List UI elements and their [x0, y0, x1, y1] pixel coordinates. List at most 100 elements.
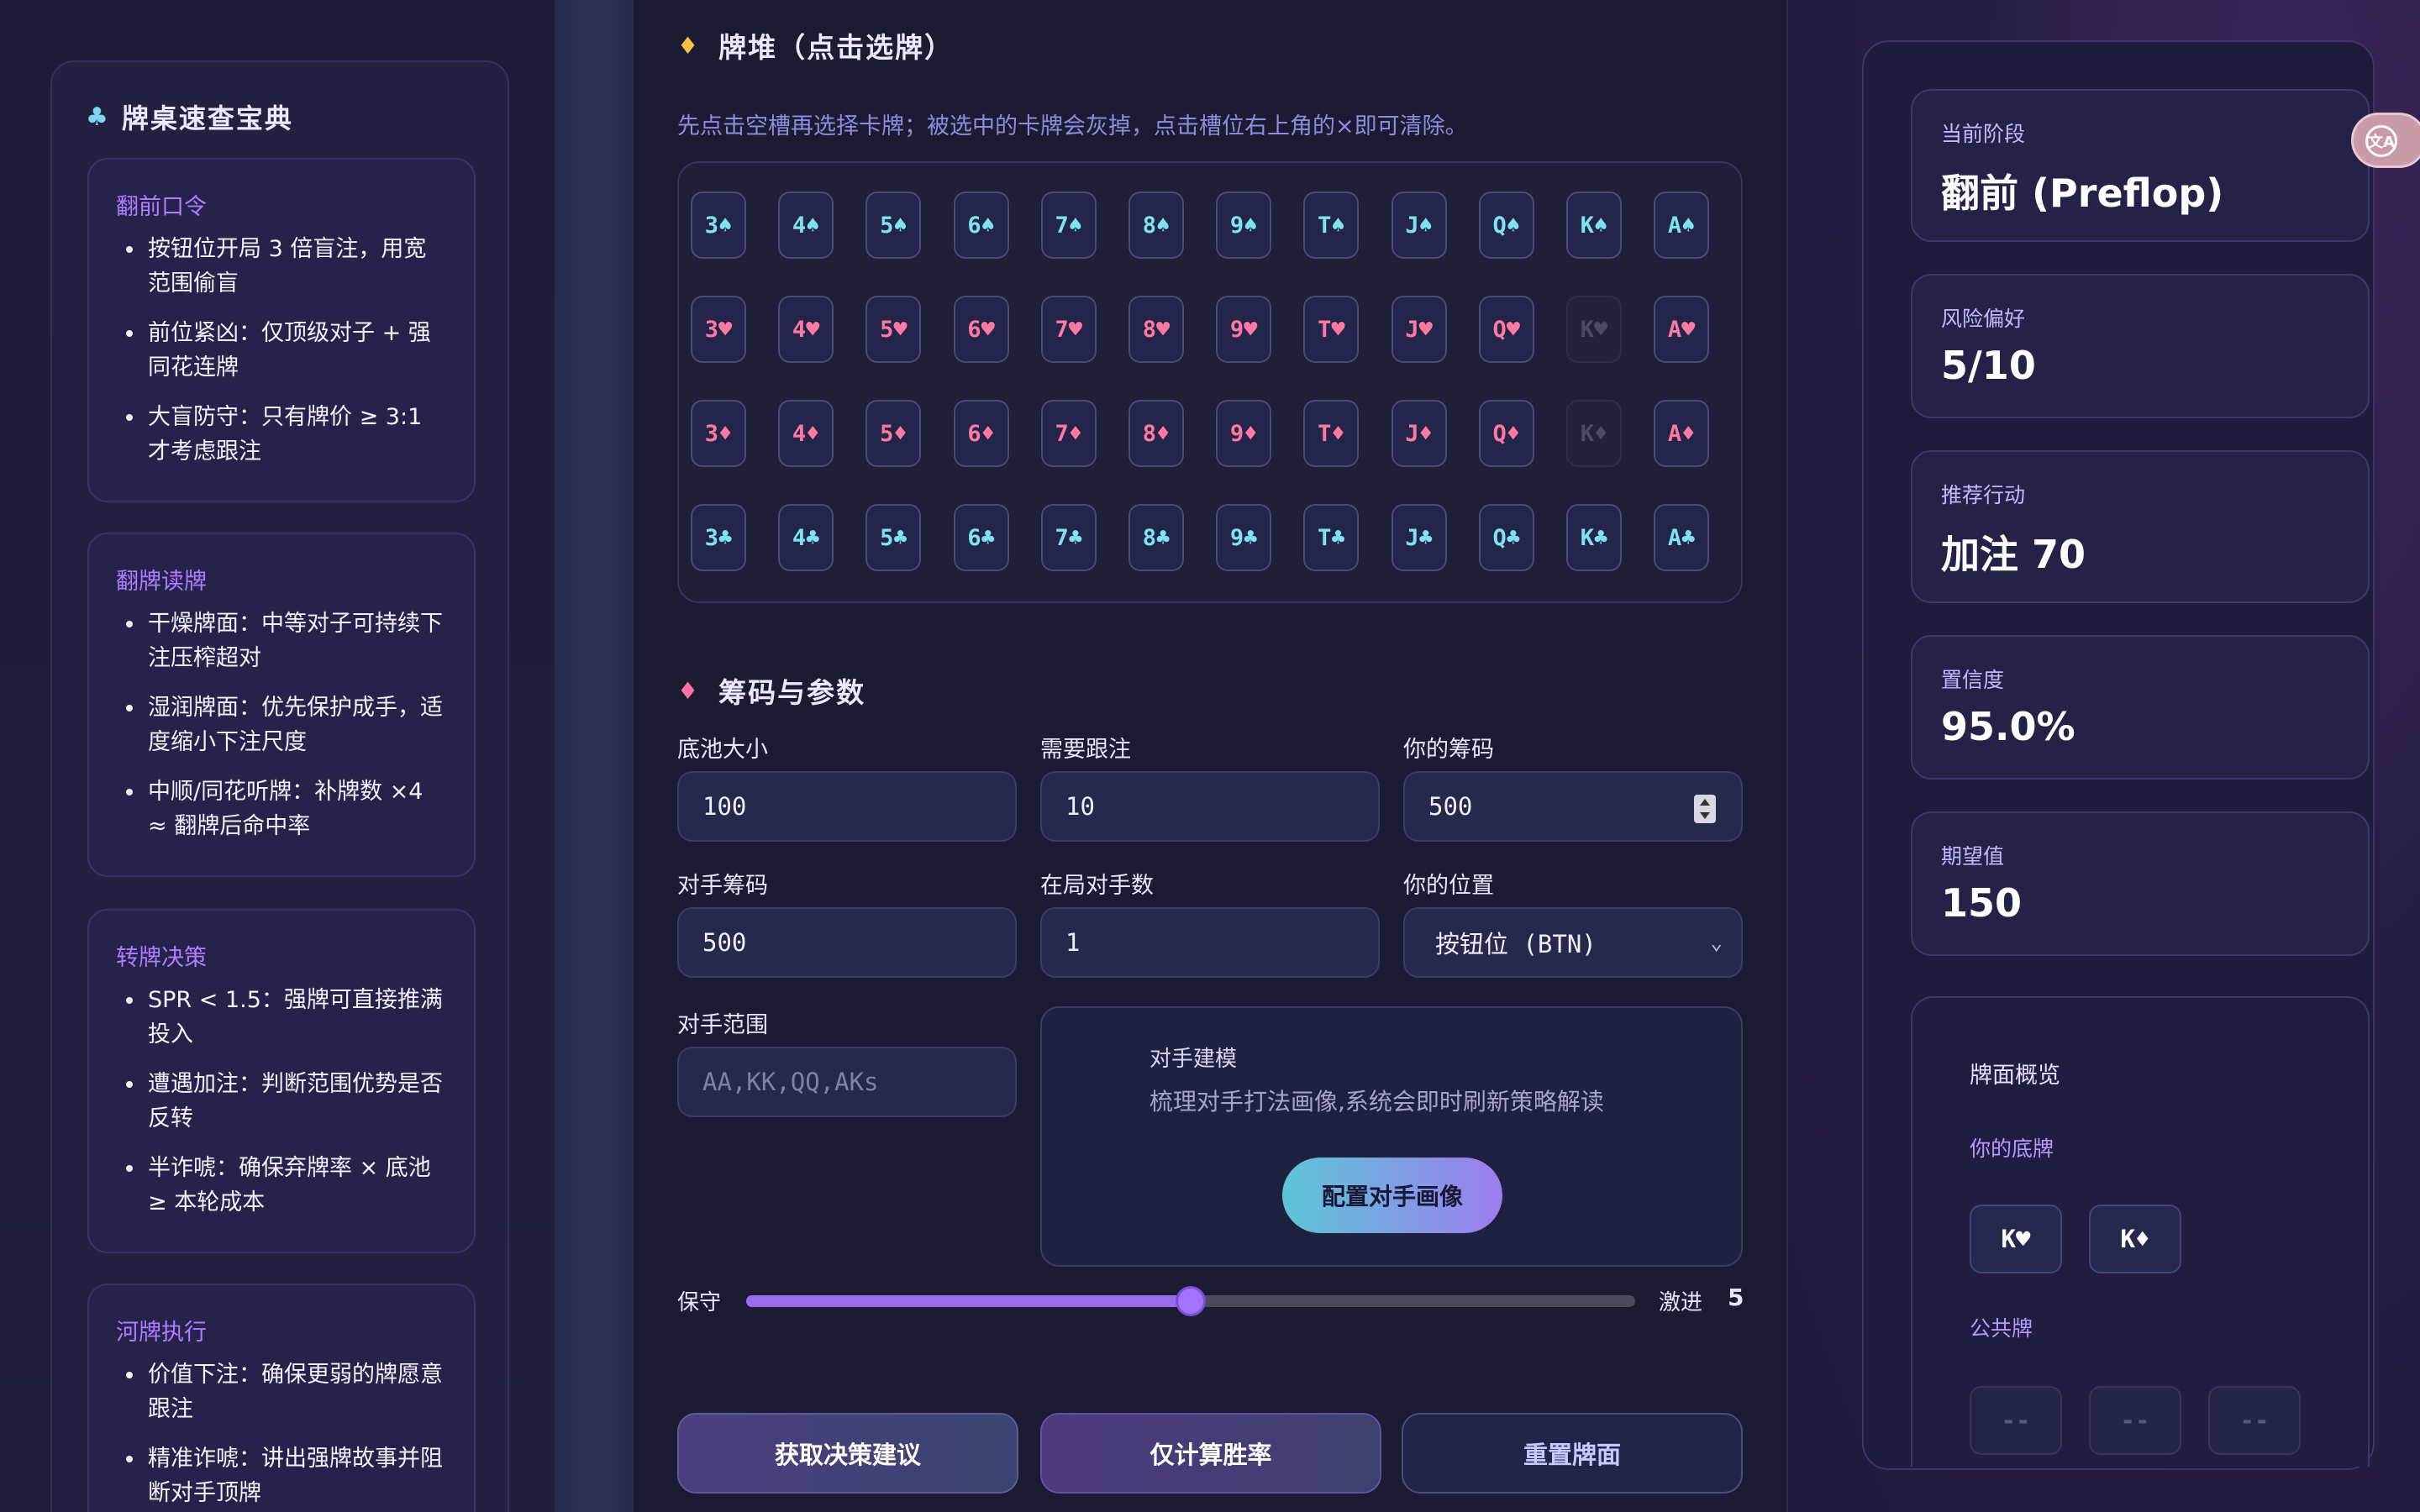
card-K-spade[interactable]: K♠ [1566, 192, 1622, 259]
tip-card-title: 翻前口令 [116, 194, 207, 220]
stat-value: 翻前 (Preflop) [1941, 171, 2224, 216]
card-7-spade[interactable]: 7♠ [1040, 192, 1097, 259]
card-Q-club[interactable]: Q♣ [1478, 504, 1534, 571]
deck-hint: 先点击空槽再选择卡牌；被选中的卡牌会灰掉，点击槽位右上角的×即可清除。 [677, 113, 1468, 139]
diamond-icon: ♦ [677, 31, 701, 60]
position-select[interactable]: 按钮位 (BTN) ⌄ [1403, 907, 1743, 978]
tip-card-turn: 转牌决策 SPR < 1.5：强牌可直接推满投入 遭遇加注：判断范围优势是否反转… [87, 909, 476, 1253]
card-T-heart[interactable]: T♥ [1303, 296, 1360, 363]
tip-card-title: 转牌决策 [116, 945, 207, 971]
card-A-heart[interactable]: A♥ [1654, 296, 1710, 363]
tip-card-preflop: 翻前口令 按钮位开局 3 倍盲注，用宽范围偷盲 前位紧凶：仅顶级对子 + 强同花… [87, 158, 476, 502]
card-6-spade[interactable]: 6♠ [953, 192, 1009, 259]
card-J-heart[interactable]: J♥ [1391, 296, 1447, 363]
card-T-spade[interactable]: T♠ [1303, 192, 1360, 259]
diamond-icon: ♦ [677, 676, 701, 705]
translate-icon[interactable]: 文A [2351, 113, 2420, 168]
configure-opponent-button[interactable]: 配置对手画像 [1282, 1158, 1502, 1233]
card-6-diamond[interactable]: 6♦ [953, 400, 1009, 467]
card-7-heart[interactable]: 7♥ [1040, 296, 1097, 363]
stat-confidence: 置信度 95.0% [1911, 635, 2370, 780]
tip-item: 湿润牌面：优先保护成手，适度缩小下注尺度 [116, 690, 449, 759]
card-5-heart[interactable]: 5♥ [865, 296, 922, 363]
opponents-input[interactable]: 1 [1040, 907, 1380, 978]
pot-label: 底池大小 [677, 737, 768, 763]
stat-ev: 期望值 150 [1911, 811, 2370, 956]
card-9-spade[interactable]: 9♠ [1216, 192, 1272, 259]
get-advice-button[interactable]: 获取决策建议 [677, 1413, 1018, 1494]
hole-card[interactable]: K♦ [2089, 1205, 2181, 1273]
opponent-model-box: 对手建模 梳理对手打法画像,系统会即时刷新策略解读 配置对手画像 [1040, 1006, 1743, 1267]
card-4-club[interactable]: 4♣ [778, 504, 834, 571]
opp-stack-label: 对手筹码 [677, 873, 768, 899]
card-9-diamond[interactable]: 9♦ [1216, 400, 1272, 467]
card-T-diamond[interactable]: T♦ [1303, 400, 1360, 467]
range-input[interactable]: AA,KK,QQ,AKs [677, 1047, 1017, 1117]
call-input[interactable]: 10 [1040, 771, 1380, 842]
board-card-slot[interactable]: -- [1970, 1386, 2062, 1455]
card-7-diamond[interactable]: 7♦ [1040, 400, 1097, 467]
reset-board-button[interactable]: 重置牌面 [1402, 1413, 1743, 1494]
card-5-club[interactable]: 5♣ [865, 504, 922, 571]
card-Q-heart[interactable]: Q♥ [1478, 296, 1534, 363]
tip-item: 大盲防守：只有牌价 ≥ 3:1 才考虑跟注 [116, 400, 449, 469]
card-8-heart[interactable]: 8♥ [1128, 296, 1184, 363]
card-A-spade[interactable]: A♠ [1654, 192, 1710, 259]
card-3-spade[interactable]: 3♠ [691, 192, 746, 259]
board-card-slot[interactable]: -- [2089, 1386, 2181, 1455]
hole-card[interactable]: K♥ [1970, 1205, 2062, 1273]
opponents-label: 在局对手数 [1040, 873, 1154, 899]
card-3-diamond[interactable]: 3♦ [691, 400, 746, 467]
pot-input[interactable]: 100 [677, 771, 1017, 842]
card-J-club[interactable]: J♣ [1391, 504, 1447, 571]
stack-input[interactable]: 500 [1403, 771, 1743, 842]
card-9-heart[interactable]: 9♥ [1216, 296, 1272, 363]
stat-label: 置信度 [1941, 668, 2005, 692]
card-J-diamond[interactable]: J♦ [1391, 400, 1447, 467]
card-6-heart[interactable]: 6♥ [953, 296, 1009, 363]
opp-stack-input[interactable]: 500 [677, 907, 1017, 978]
card-K-club[interactable]: K♣ [1566, 504, 1622, 571]
card-4-heart[interactable]: 4♥ [778, 296, 834, 363]
tip-card-title: 河牌执行 [116, 1320, 207, 1346]
board-card-slot[interactable]: -- [2208, 1386, 2301, 1455]
card-K-diamond[interactable]: K♦ [1566, 400, 1622, 467]
stat-value: 加注 70 [1941, 532, 2086, 577]
card-9-club[interactable]: 9♣ [1216, 504, 1272, 571]
card-4-spade[interactable]: 4♠ [778, 192, 834, 259]
calc-equity-button[interactable]: 仅计算胜率 [1040, 1413, 1381, 1494]
card-T-club[interactable]: T♣ [1303, 504, 1360, 571]
card-8-diamond[interactable]: 8♦ [1128, 400, 1184, 467]
card-3-club[interactable]: 3♣ [691, 504, 746, 571]
board-cards-label: 公共牌 [1970, 1316, 2033, 1341]
card-deck-grid: 3♠ 4♠ 5♠ 6♠ 7♠ 8♠ 9♠ T♠ J♠ Q♠ K♠ A♠ 3♥ 4♥ 5♥ 6♥ 7♥ 8♥ 9♥ T♥… [677, 161, 1743, 603]
cheatsheet-title: ♣ 牌桌速查宝典 [86, 102, 293, 135]
tip-item: 前位紧凶：仅顶级对子 + 强同花连牌 [116, 316, 449, 385]
cheatsheet-panel[interactable]: ♣ 牌桌速查宝典 翻前口令 按钮位开局 3 倍盲注，用宽范围偷盲 前位紧凶：仅顶… [50, 60, 509, 1512]
club-icon: ♣ [86, 102, 110, 132]
stepper-icon[interactable] [1694, 795, 1716, 823]
risk-low-label: 保守 [677, 1290, 722, 1315]
stat-value: 150 [1941, 880, 2023, 926]
card-7-club[interactable]: 7♣ [1040, 504, 1097, 571]
card-5-spade[interactable]: 5♠ [865, 192, 922, 259]
risk-slider-fill [746, 1295, 1191, 1307]
risk-slider-handle[interactable] [1178, 1289, 1203, 1314]
stat-risk: 风险偏好 5/10 [1911, 274, 2370, 418]
card-A-club[interactable]: A♣ [1654, 504, 1710, 571]
card-5-diamond[interactable]: 5♦ [865, 400, 922, 467]
card-8-spade[interactable]: 8♠ [1128, 192, 1184, 259]
card-3-heart[interactable]: 3♥ [691, 296, 746, 363]
board-overview: 牌面概览 你的底牌 K♥ K♦ 公共牌 -- -- -- [1911, 996, 2370, 1467]
card-Q-spade[interactable]: Q♠ [1478, 192, 1534, 259]
card-A-diamond[interactable]: A♦ [1654, 400, 1710, 467]
card-6-club[interactable]: 6♣ [953, 504, 1009, 571]
card-8-club[interactable]: 8♣ [1128, 504, 1184, 571]
card-4-diamond[interactable]: 4♦ [778, 400, 834, 467]
card-Q-diamond[interactable]: Q♦ [1478, 400, 1534, 467]
stat-value: 95.0% [1941, 704, 2075, 749]
position-label: 你的位置 [1403, 873, 1494, 899]
card-J-spade[interactable]: J♠ [1391, 192, 1447, 259]
model-description: 梳理对手打法画像,系统会即时刷新策略解读 [1150, 1088, 1604, 1116]
card-K-heart[interactable]: K♥ [1566, 296, 1622, 363]
